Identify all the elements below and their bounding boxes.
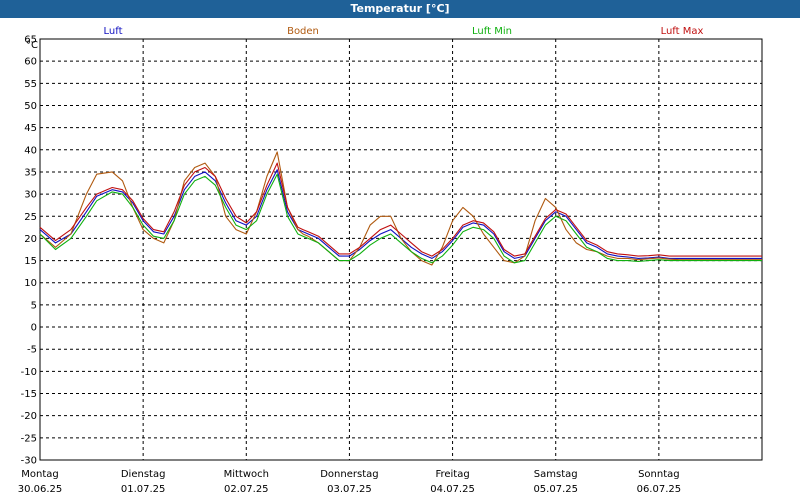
y-tick-label: -30 (21, 456, 37, 467)
x-tick-day: Montag (21, 469, 58, 480)
x-tick-date: 03.07.25 (327, 484, 372, 495)
x-tick-date: 05.07.25 (533, 484, 578, 495)
y-tick-label: 0 (31, 323, 37, 334)
y-tick-label: 30 (24, 190, 37, 201)
y-tick-label: 55 (24, 79, 37, 90)
x-tick-date: 04.07.25 (430, 484, 475, 495)
y-tick-label: -5 (27, 345, 37, 356)
legend-entry: Luft Max (661, 26, 704, 37)
y-tick-label: 35 (24, 167, 37, 178)
x-tick-date: 30.06.25 (18, 484, 63, 495)
y-tick-label: 45 (24, 123, 37, 134)
legend-entry: Boden (287, 26, 319, 37)
x-tick-date: 06.07.25 (637, 484, 682, 495)
x-tick-day: Freitag (435, 469, 469, 480)
temperature-chart: Luft Boden Luft Min Luft Max 65605550454035… (18, 26, 763, 495)
x-tick-date: 02.07.25 (224, 484, 269, 495)
y-tick-label: 50 (24, 101, 37, 112)
x-tick-day: Mittwoch (224, 469, 269, 480)
y-tick-label: 15 (24, 256, 37, 267)
y-unit-label: °C (26, 40, 38, 51)
y-tick-label: -15 (21, 389, 37, 400)
x-tick-day: Dienstag (121, 469, 166, 480)
legend-entry: Luft Min (472, 26, 512, 37)
y-tick-label: 10 (24, 278, 37, 289)
y-tick-label: 60 (24, 57, 37, 68)
plot-area (39, 38, 763, 461)
y-tick-label: -10 (21, 367, 37, 378)
x-tick-date: 01.07.25 (121, 484, 166, 495)
x-tick-day: Donnerstag (320, 469, 378, 480)
y-tick-label: 25 (24, 212, 37, 223)
x-axis: Montag 30.06.25 Dienstag 01.07.25 Mittwoch 02… (18, 469, 681, 495)
x-tick-day: Sonntag (638, 469, 680, 480)
y-tick-label: -20 (21, 411, 37, 422)
x-tick-day: Samstag (534, 469, 578, 480)
legend-entry: Luft (104, 26, 123, 37)
y-tick-label: 40 (24, 145, 37, 156)
y-tick-label: 5 (31, 300, 37, 311)
y-tick-label: -25 (21, 433, 37, 444)
y-tick-label: 20 (24, 234, 37, 245)
y-axis: 65605550454035302520151050-5-10-15-20-25… (21, 35, 38, 467)
legend: Luft Boden Luft Min Luft Max (104, 26, 704, 37)
